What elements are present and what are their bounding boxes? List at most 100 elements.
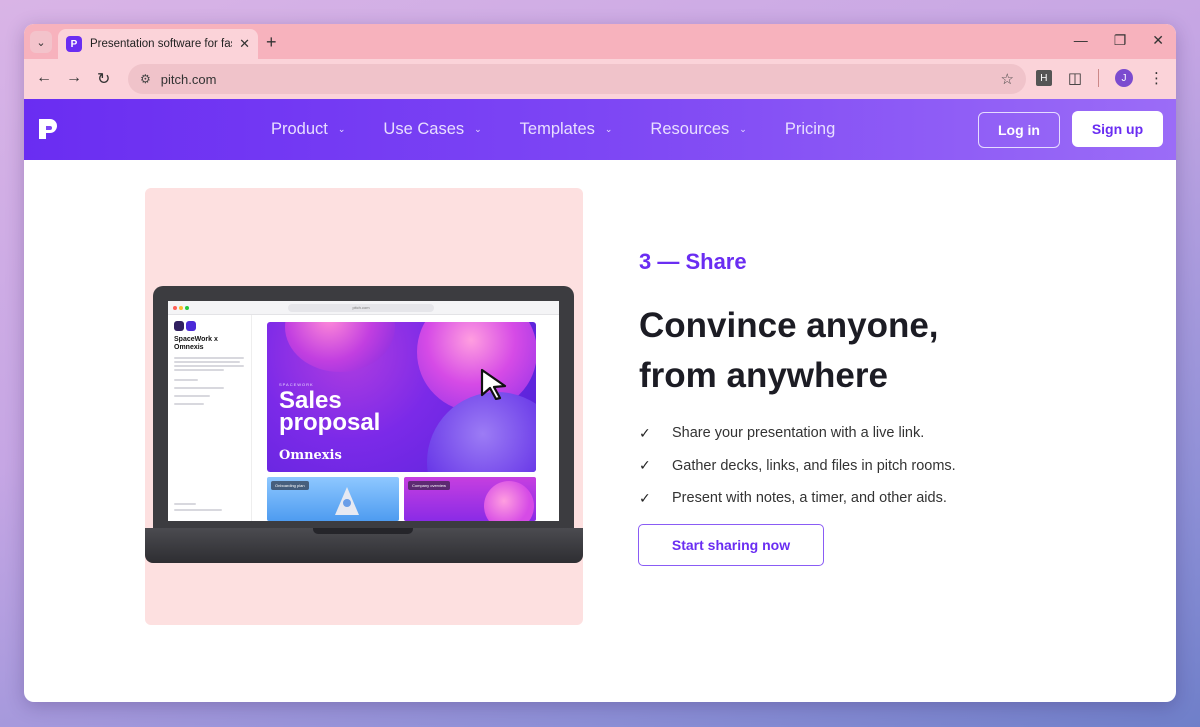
- mini-dot-yellow: [179, 306, 183, 310]
- pitch-logo-icon[interactable]: [36, 116, 62, 142]
- decorative-orb: [427, 392, 536, 472]
- mini-line: [174, 509, 222, 511]
- nav-product[interactable]: Product ⌄: [271, 120, 345, 139]
- slide-preview: SPACEWORK Sales proposal Omnexis: [267, 322, 536, 472]
- window-close-icon[interactable]: ✕: [1152, 32, 1164, 49]
- nav-use-cases-label: Use Cases: [383, 120, 465, 138]
- decorative-orb: [285, 322, 395, 372]
- list-item: ✓ Share your presentation with a live li…: [639, 417, 1159, 450]
- forward-arrow-icon[interactable]: →: [66, 69, 82, 87]
- chevron-down-icon: ⌄: [474, 124, 482, 134]
- extension-h-icon[interactable]: H: [1035, 70, 1052, 86]
- toolbar-divider: [1098, 69, 1099, 87]
- step-label: 3 — Share: [639, 249, 747, 274]
- more-menu-icon[interactable]: ⋮: [1149, 69, 1164, 87]
- chevron-down-icon: ⌄: [36, 36, 46, 49]
- tab-search-button[interactable]: ⌄: [30, 31, 52, 53]
- list-item-text: Share your presentation with a live link…: [672, 425, 925, 442]
- new-tab-plus-icon[interactable]: +: [266, 32, 277, 53]
- site-header: Product ⌄ Use Cases ⌄ Templates ⌄ Resour…: [24, 99, 1176, 160]
- mini-url: pitch.com: [288, 304, 434, 312]
- illustration-panel: pitch.com SpaceWork x Omnexis SPACEWORK …: [145, 188, 583, 625]
- tab-strip: ⌄ P Presentation software for fast-m ✕ +…: [24, 24, 1176, 59]
- mini-logo-icon: [174, 321, 184, 331]
- mini-dot-green: [185, 306, 189, 310]
- mini-logos: [174, 321, 245, 331]
- window-controls: — ❐ ✕: [1074, 32, 1164, 49]
- pitch-favicon-icon: P: [66, 36, 82, 52]
- url-text: pitch.com: [160, 71, 217, 87]
- thumbnail-company-overview: Company overview: [404, 477, 536, 521]
- close-icon[interactable]: ✕: [239, 36, 250, 52]
- nav-resources[interactable]: Resources ⌄: [650, 120, 746, 139]
- mini-dot-red: [173, 306, 177, 310]
- mini-line: [174, 357, 244, 359]
- tab-title: Presentation software for fast-m: [90, 38, 232, 50]
- laptop-screen: pitch.com SpaceWork x Omnexis SPACEWORK …: [168, 301, 559, 521]
- mini-section-label: [174, 379, 198, 381]
- browser-tab[interactable]: P Presentation software for fast-m ✕: [58, 29, 258, 59]
- chevron-down-icon: ⌄: [604, 124, 613, 134]
- bookmark-star-icon[interactable]: ☆: [1001, 70, 1014, 88]
- list-item: ✓ Gather decks, links, and files in pitc…: [639, 450, 1159, 483]
- check-icon: ✓: [639, 457, 651, 474]
- slide-brand: Omnexis: [279, 448, 342, 463]
- main-menu: Product ⌄ Use Cases ⌄ Templates ⌄ Resour…: [271, 99, 835, 160]
- thumbnail-label: Onboarding plan: [271, 481, 309, 490]
- feature-list: ✓ Share your presentation with a live li…: [639, 417, 1159, 515]
- mini-link: [174, 403, 204, 405]
- browser-window: ⌄ P Presentation software for fast-m ✕ +…: [24, 24, 1176, 702]
- nav-pricing[interactable]: Pricing: [785, 120, 835, 139]
- profile-avatar[interactable]: J: [1115, 69, 1133, 87]
- mini-sidebar: SpaceWork x Omnexis: [168, 315, 252, 521]
- chevron-down-icon: ⌄: [337, 124, 346, 134]
- mini-line: [174, 361, 240, 363]
- check-icon: ✓: [639, 424, 651, 441]
- restore-icon[interactable]: ❐: [1114, 32, 1127, 49]
- laptop-illustration: pitch.com SpaceWork x Omnexis SPACEWORK …: [153, 286, 574, 528]
- address-bar[interactable]: ⚙ pitch.com ☆: [128, 64, 1026, 94]
- nav-templates-label: Templates: [519, 120, 595, 138]
- laptop-notch: [313, 528, 413, 534]
- mini-link: [174, 387, 224, 389]
- rocket-icon: [335, 487, 359, 515]
- mini-line: [174, 369, 224, 371]
- reload-icon[interactable]: ↻: [97, 69, 110, 89]
- mouse-cursor-icon: [480, 368, 507, 400]
- browser-toolbar: ← → ↻ ⚙ pitch.com ☆ H ◫ J ⋮: [24, 59, 1176, 99]
- nav-use-cases[interactable]: Use Cases ⌄: [383, 120, 481, 139]
- login-button[interactable]: Log in: [978, 112, 1060, 148]
- laptop-base: [145, 528, 583, 563]
- feature-text: 3 — Share Convince anyone, from anywhere…: [639, 249, 1159, 515]
- nav-resources-label: Resources: [650, 120, 730, 138]
- nav-product-label: Product: [271, 120, 328, 138]
- mini-logo-icon: [186, 321, 196, 331]
- headline-line-1: Convince anyone,: [639, 306, 939, 345]
- start-sharing-button[interactable]: Start sharing now: [638, 524, 824, 566]
- check-icon: ✓: [639, 489, 651, 506]
- mini-contact: [174, 503, 222, 513]
- chevron-down-icon: ⌄: [739, 124, 747, 134]
- mini-sidebar-title: SpaceWork x Omnexis: [174, 336, 218, 351]
- back-arrow-icon[interactable]: ←: [36, 69, 52, 87]
- list-item-text: Present with notes, a timer, and other a…: [672, 490, 947, 507]
- headline-line-2: from anywhere: [639, 356, 888, 395]
- slide-title: Sales proposal: [279, 387, 381, 436]
- mini-text-lines: [174, 357, 245, 371]
- decorative-orb: [484, 481, 534, 521]
- headline: Convince anyone, from anywhere: [639, 301, 1159, 401]
- thumbnail-label: Company overview: [408, 481, 451, 490]
- signup-button[interactable]: Sign up: [1072, 111, 1163, 147]
- mini-browser-bar: pitch.com: [168, 301, 559, 315]
- list-item: ✓ Present with notes, a timer, and other…: [639, 482, 1159, 515]
- toolbar-icons: H ◫ J ⋮: [1035, 69, 1164, 87]
- extensions-puzzle-icon[interactable]: ◫: [1068, 69, 1082, 87]
- thumbnail-onboarding: Onboarding plan: [267, 477, 399, 521]
- mini-link: [174, 395, 210, 397]
- site-info-icon[interactable]: ⚙: [140, 72, 151, 86]
- list-item-text: Gather decks, links, and files in pitch …: [672, 457, 956, 474]
- nav-pricing-label: Pricing: [784, 120, 836, 138]
- mini-line: [174, 503, 196, 505]
- nav-templates[interactable]: Templates ⌄: [520, 120, 613, 139]
- minimize-icon[interactable]: —: [1074, 32, 1088, 49]
